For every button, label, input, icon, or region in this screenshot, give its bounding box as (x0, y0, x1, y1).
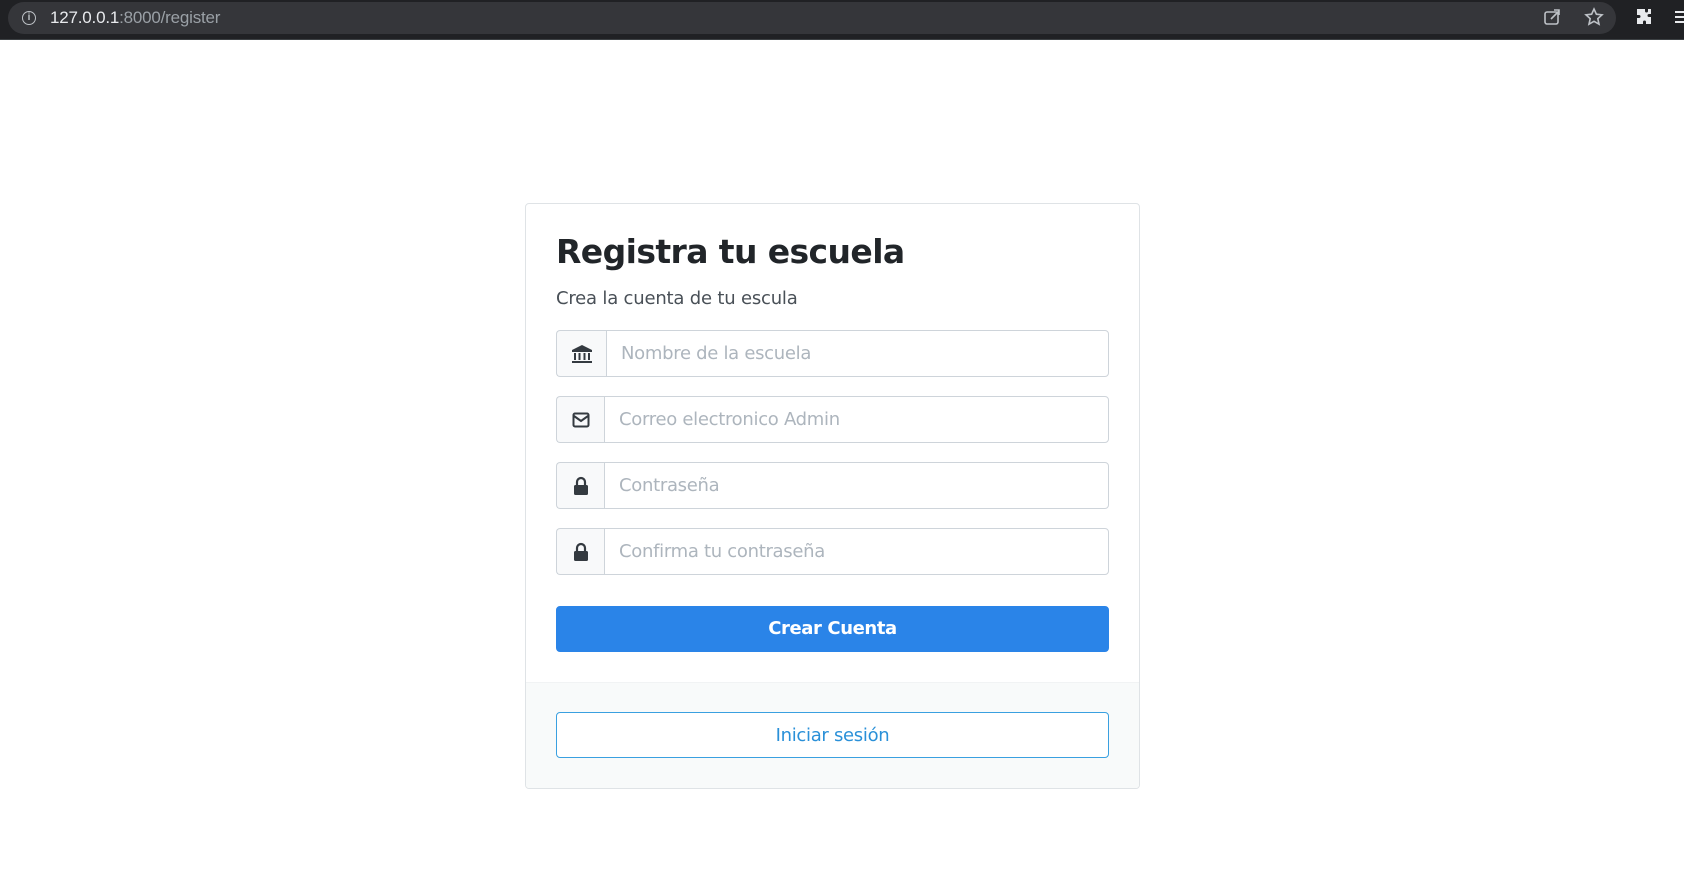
school-name-group (556, 330, 1109, 377)
login-button[interactable]: Iniciar sesión (556, 712, 1109, 758)
info-icon[interactable]: i (22, 11, 36, 25)
page-subtitle: Crea la cuenta de tu escula (556, 288, 798, 309)
extensions-icon[interactable] (1634, 7, 1654, 27)
bank-icon (556, 330, 606, 377)
card-body: Registra tu escuela Crea la cuenta de tu… (526, 204, 1139, 682)
url-text[interactable]: 127.0.0.1:8000/register (50, 9, 220, 27)
share-icon[interactable] (1542, 7, 1562, 27)
envelope-icon (556, 396, 604, 443)
school-name-input[interactable] (606, 330, 1109, 377)
address-bar[interactable]: i 127.0.0.1:8000/register (8, 2, 1616, 34)
admin-email-group (556, 396, 1109, 443)
url-path: :8000/register (119, 8, 221, 27)
password-group (556, 462, 1109, 509)
url-host: 127.0.0.1 (50, 8, 120, 27)
browser-toolbar: i 127.0.0.1:8000/register (0, 0, 1684, 40)
confirm-password-group (556, 528, 1109, 575)
confirm-password-input[interactable] (604, 528, 1109, 575)
password-input[interactable] (604, 462, 1109, 509)
lock-icon (556, 528, 604, 575)
menu-icon[interactable] (1668, 7, 1684, 27)
card-footer: Iniciar sesión (526, 682, 1139, 788)
page-title: Registra tu escuela (556, 232, 905, 271)
star-icon[interactable] (1584, 7, 1604, 27)
admin-email-input[interactable] (604, 396, 1109, 443)
register-card: Registra tu escuela Crea la cuenta de tu… (525, 203, 1140, 789)
lock-icon (556, 462, 604, 509)
create-account-button[interactable]: Crear Cuenta (556, 606, 1109, 652)
